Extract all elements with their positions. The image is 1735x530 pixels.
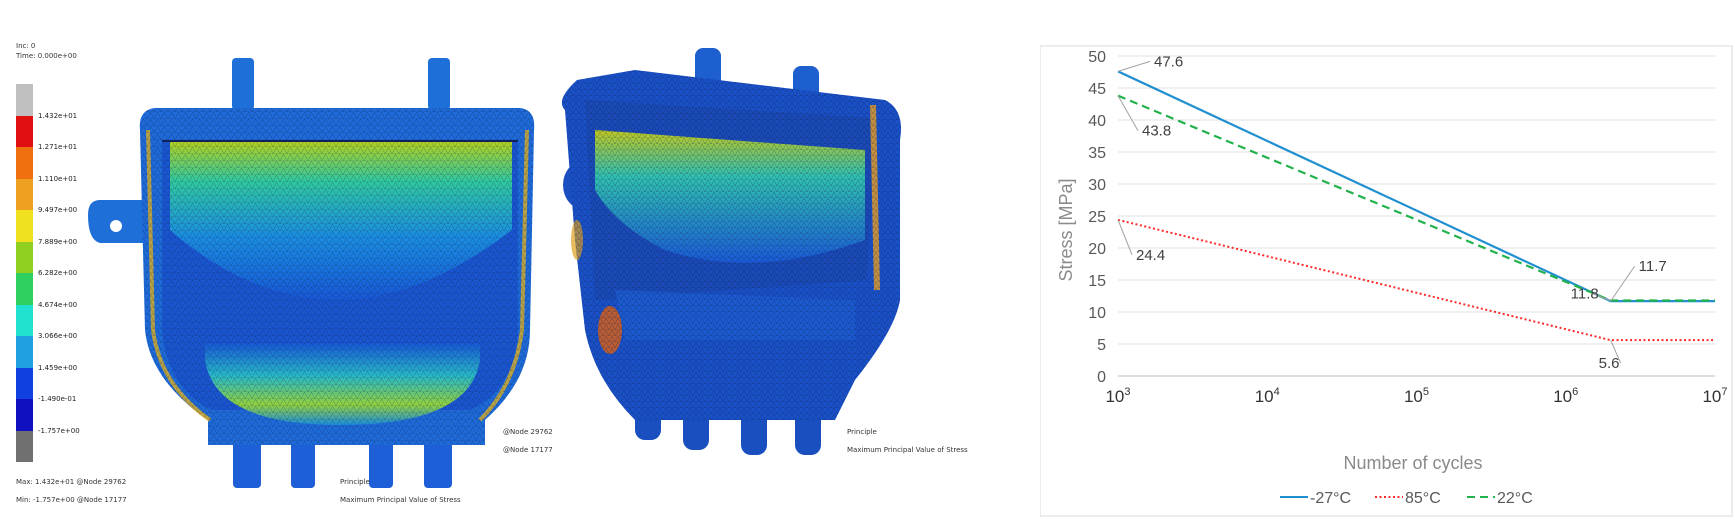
data-label: 24.4 xyxy=(1136,247,1165,264)
data-label: 43.8 xyxy=(1142,123,1171,140)
y-tick-label: 10 xyxy=(1088,305,1106,322)
top-tab-right xyxy=(428,58,450,110)
legend-entry-label: 85°C xyxy=(1405,490,1441,507)
ear-hole xyxy=(110,220,122,232)
iso-result-name: Maximum Principal Value of Stress xyxy=(847,446,968,454)
iso-node-min: @Node 17177 xyxy=(503,446,553,454)
y-tick-label: 15 xyxy=(1088,273,1106,290)
min-value-label: Min: -1.757e+00 @Node 17177 xyxy=(16,496,127,504)
legend-entry-label: 22°C xyxy=(1497,490,1533,507)
sn-curve-chart: 0 5 10 15 20 25 30 35 40 45 50 103 104 105 106 107 47.6… xyxy=(1040,0,1735,530)
y-tick-label: 40 xyxy=(1088,113,1106,130)
result-name-label: Maximum Principal Value of Stress xyxy=(340,496,461,504)
chart-frame xyxy=(1040,45,1733,517)
data-label: 11.8 xyxy=(1571,285,1599,302)
y-tick-label: 50 xyxy=(1088,49,1106,66)
iso-node-max: @Node 29762 xyxy=(503,428,553,436)
y-tick-label: 35 xyxy=(1088,145,1106,162)
fea-mesh-front-view xyxy=(88,58,535,488)
max-value-label: Max: 1.432e+01 @Node 29762 xyxy=(16,478,127,486)
y-tick-label: 5 xyxy=(1097,337,1106,354)
data-label: 47.6 xyxy=(1154,53,1183,70)
sn-chart-svg: 05101520253035404550103 104 105 106 107 47.6… xyxy=(1040,45,1733,517)
data-label: 5.6 xyxy=(1599,355,1620,372)
y-tick-label: 30 xyxy=(1088,177,1106,194)
fea-iso-panel: @Node 29762 @Node 17177 Principle Maximu… xyxy=(503,0,1025,530)
y-tick-label: 25 xyxy=(1088,209,1106,226)
y-tick-label: 45 xyxy=(1088,81,1106,98)
data-label: 11.7 xyxy=(1639,258,1667,275)
fea-left-panel: Inc: 0 Time: 0.000e+00 1.432e+01 1.271e+0… xyxy=(0,0,560,530)
top-tab-left xyxy=(232,58,254,110)
y-tick-label: 0 xyxy=(1097,369,1106,386)
y-axis-label: Stress [MPa] xyxy=(1056,178,1076,281)
result-type-label: Principle xyxy=(340,478,370,486)
legend-entry-label: -27°C xyxy=(1310,490,1351,507)
iso-result-type: Principle xyxy=(847,428,877,436)
x-axis-label: Number of cycles xyxy=(1343,453,1482,473)
y-tick-label: 20 xyxy=(1088,241,1106,258)
